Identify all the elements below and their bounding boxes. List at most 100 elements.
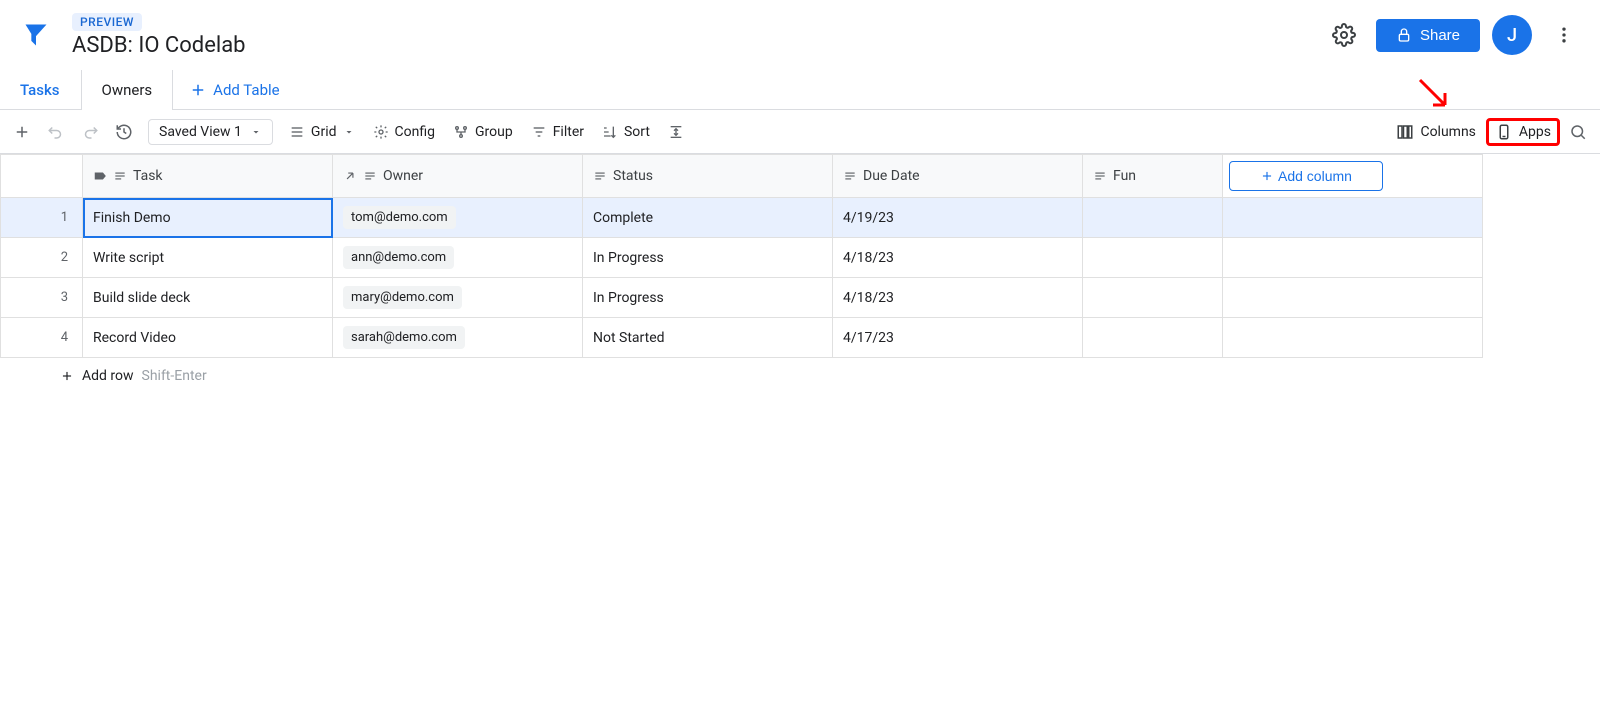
saved-view-dropdown[interactable]: Saved View 1	[148, 119, 273, 145]
text-icon	[593, 169, 607, 183]
search-button[interactable]	[1562, 116, 1594, 148]
add-row-button[interactable]: Add row Shift-Enter	[0, 358, 1600, 394]
cell-due-date[interactable]: 4/18/23	[833, 238, 1083, 278]
cell-status[interactable]: Complete	[583, 198, 833, 238]
cell-status[interactable]: In Progress	[583, 238, 833, 278]
grid-view-button[interactable]: Grid	[281, 120, 363, 144]
row-height-button[interactable]	[660, 116, 692, 148]
add-column-header: Add column	[1223, 155, 1483, 198]
sort-label: Sort	[624, 124, 650, 140]
data-table: Task Owner Status Due Date	[0, 154, 1483, 358]
filter-icon	[531, 124, 547, 140]
gear-icon	[1332, 23, 1356, 47]
sort-button[interactable]: Sort	[594, 120, 658, 144]
add-column-button[interactable]: Add column	[1229, 161, 1383, 191]
row-number[interactable]: 1	[1, 198, 83, 238]
group-label: Group	[475, 124, 513, 140]
columns-button[interactable]: Columns	[1388, 119, 1483, 145]
group-button[interactable]: Group	[445, 120, 521, 144]
config-button[interactable]: Config	[365, 120, 443, 144]
cell-owner[interactable]: ann@demo.com	[333, 238, 583, 278]
more-menu-button[interactable]	[1544, 15, 1584, 55]
text-icon	[1093, 169, 1107, 183]
text-icon	[843, 169, 857, 183]
plus-icon	[13, 123, 31, 141]
filter-label: Filter	[553, 124, 584, 140]
redo-icon	[81, 123, 99, 141]
share-button[interactable]: Share	[1376, 19, 1480, 52]
more-vert-icon	[1554, 25, 1574, 45]
redo-button[interactable]	[74, 116, 106, 148]
cell-fun[interactable]	[1083, 198, 1223, 238]
settings-button[interactable]	[1324, 15, 1364, 55]
cell-due-date[interactable]: 4/18/23	[833, 278, 1083, 318]
cell-fun[interactable]	[1083, 278, 1223, 318]
saved-view-label: Saved View 1	[159, 124, 242, 140]
column-header-status[interactable]: Status	[583, 155, 833, 198]
cell-fun[interactable]	[1083, 238, 1223, 278]
text-icon	[363, 169, 377, 183]
column-label: Status	[613, 168, 653, 184]
cell-task[interactable]: Finish Demo	[83, 198, 333, 238]
label-icon	[93, 169, 107, 183]
group-icon	[453, 124, 469, 140]
header-actions: Share J	[1324, 15, 1584, 55]
history-icon	[115, 123, 133, 141]
column-header-owner[interactable]: Owner	[333, 155, 583, 198]
row-height-icon	[668, 124, 684, 140]
columns-icon	[1396, 123, 1414, 141]
page-title[interactable]: ASDB: IO Codelab	[72, 33, 1324, 58]
chevron-down-icon	[343, 126, 355, 138]
table-row[interactable]: 1 Finish Demo tom@demo.com Complete 4/19…	[1, 198, 1483, 238]
phone-icon	[1495, 123, 1513, 141]
grid-label: Grid	[311, 124, 337, 140]
column-header-due-date[interactable]: Due Date	[833, 155, 1083, 198]
table-row[interactable]: 4 Record Video sarah@demo.com Not Starte…	[1, 318, 1483, 358]
owner-chip: tom@demo.com	[343, 206, 456, 229]
column-label: Fun	[1113, 168, 1136, 184]
cell-empty	[1223, 318, 1483, 358]
app-header: PREVIEW ASDB: IO Codelab Share J	[0, 0, 1600, 70]
cell-status[interactable]: Not Started	[583, 318, 833, 358]
user-avatar[interactable]: J	[1492, 15, 1532, 55]
table-row[interactable]: 3 Build slide deck mary@demo.com In Prog…	[1, 278, 1483, 318]
preview-badge: PREVIEW	[72, 13, 142, 31]
cell-task[interactable]: Record Video	[83, 318, 333, 358]
filter-button[interactable]: Filter	[523, 120, 592, 144]
history-button[interactable]	[108, 116, 140, 148]
plus-icon	[189, 81, 207, 99]
row-number[interactable]: 2	[1, 238, 83, 278]
undo-button[interactable]	[40, 116, 72, 148]
column-label: Due Date	[863, 168, 920, 184]
column-header-task[interactable]: Task	[83, 155, 333, 198]
tab-label: Owners	[102, 81, 153, 99]
row-number[interactable]: 3	[1, 278, 83, 318]
cell-due-date[interactable]: 4/17/23	[833, 318, 1083, 358]
table-row[interactable]: 2 Write script ann@demo.com In Progress …	[1, 238, 1483, 278]
add-column-label: Add column	[1278, 168, 1352, 184]
add-row-hint: Shift-Enter	[142, 368, 207, 384]
cell-empty	[1223, 278, 1483, 318]
gear-icon	[373, 124, 389, 140]
cell-owner[interactable]: mary@demo.com	[333, 278, 583, 318]
column-header-fun[interactable]: Fun	[1083, 155, 1223, 198]
row-number-header	[1, 155, 83, 198]
apps-label: Apps	[1519, 124, 1551, 140]
cell-task[interactable]: Write script	[83, 238, 333, 278]
cell-status[interactable]: In Progress	[583, 278, 833, 318]
cell-task[interactable]: Build slide deck	[83, 278, 333, 318]
tab-tasks[interactable]: Tasks	[0, 70, 81, 110]
columns-label: Columns	[1420, 124, 1475, 140]
cell-fun[interactable]	[1083, 318, 1223, 358]
cell-owner[interactable]: sarah@demo.com	[333, 318, 583, 358]
tab-owners[interactable]: Owners	[81, 70, 174, 110]
add-button[interactable]	[6, 116, 38, 148]
cell-due-date[interactable]: 4/19/23	[833, 198, 1083, 238]
cell-owner[interactable]: tom@demo.com	[333, 198, 583, 238]
view-toolbar: Saved View 1 Grid Config Group Filter So…	[0, 110, 1600, 154]
column-label: Task	[133, 168, 163, 184]
apps-button[interactable]: Apps	[1486, 118, 1560, 146]
search-icon	[1569, 123, 1587, 141]
add-table-button[interactable]: Add Table	[173, 81, 295, 99]
row-number[interactable]: 4	[1, 318, 83, 358]
